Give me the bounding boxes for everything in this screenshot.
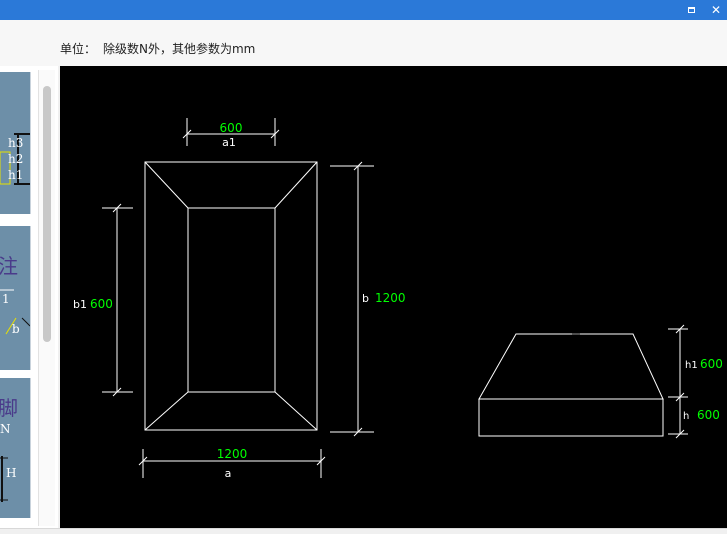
b1-value: 600 xyxy=(90,297,113,311)
maximize-icon xyxy=(687,7,695,13)
h1-value: 600 xyxy=(700,357,723,371)
thumb-h2-label: h2 xyxy=(8,152,24,166)
thumbnail-stepped-footing[interactable]: h3 h2 h1 xyxy=(0,72,31,214)
b-label: b xyxy=(362,292,369,305)
b1-label: b1 xyxy=(73,298,87,311)
close-button[interactable]: ✕ xyxy=(708,2,724,18)
thumb-h1-label: h1 xyxy=(8,168,24,182)
h1-label: h1 xyxy=(685,360,698,371)
a-value: 1200 xyxy=(217,447,248,461)
plan-view xyxy=(144,161,318,431)
plan-outer-outline xyxy=(144,161,318,431)
thumb-h-label: H xyxy=(6,466,17,480)
thumb-h3-label: h3 xyxy=(8,136,24,150)
thumbnail-scrollbar[interactable] xyxy=(38,70,55,526)
b-value: 1200 xyxy=(375,291,406,305)
status-bar xyxy=(0,528,727,534)
a-label: a xyxy=(225,467,232,480)
unit-label: 单位： xyxy=(60,42,97,56)
maximize-button[interactable] xyxy=(683,2,699,18)
a1-value: 600 xyxy=(220,121,243,135)
h-value: 600 xyxy=(697,408,720,422)
close-icon: ✕ xyxy=(710,3,722,17)
title-bar: ✕ xyxy=(0,0,727,20)
h-label: h xyxy=(683,411,689,422)
section-view xyxy=(478,333,664,437)
scrollbar-thumb[interactable] xyxy=(43,86,51,342)
thumbnail-column-footing[interactable]: 注 1 b xyxy=(0,226,31,370)
thumb-b-label: b xyxy=(12,322,20,336)
thumb-column-char: 注 xyxy=(0,254,18,278)
thumbnail-footing-n[interactable]: 脚 N H xyxy=(0,378,31,518)
unit-text: 除级数N外，其他参数为mm xyxy=(103,42,256,56)
drawing-canvas: 600 a1 b1 600 b 1200 1200 a h1 600 h 600 xyxy=(60,66,727,528)
thumb-1-label: 1 xyxy=(2,292,10,306)
thumb-n-label: N xyxy=(0,422,11,436)
plan-inner-outline xyxy=(187,207,276,393)
a1-label: a1 xyxy=(222,136,236,149)
thumb-foot-char: 脚 xyxy=(0,396,18,420)
